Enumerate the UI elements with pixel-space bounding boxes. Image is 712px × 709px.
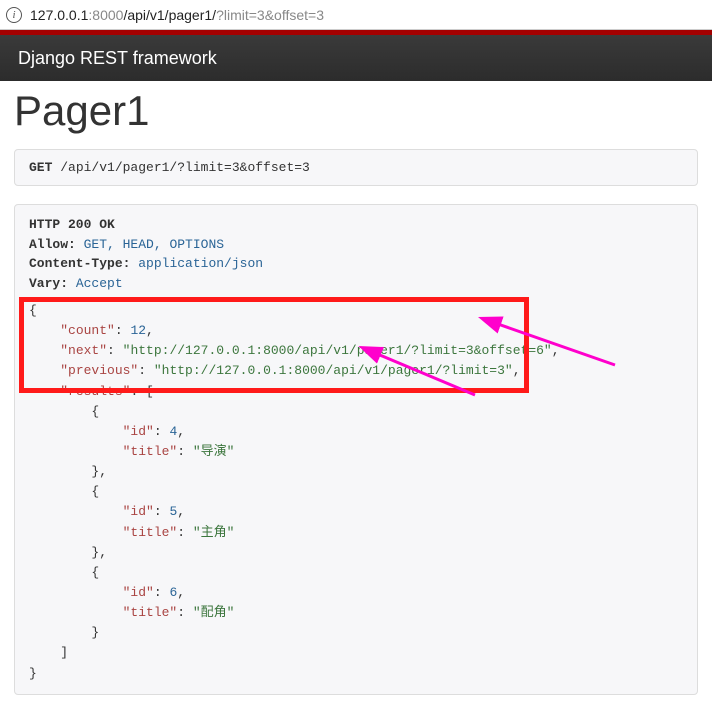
request-box: GET /api/v1/pager1/?limit=3&offset=3 bbox=[14, 149, 698, 186]
main-content: Pager1 GET /api/v1/pager1/?limit=3&offse… bbox=[0, 87, 712, 709]
content-type-label: Content-Type: bbox=[29, 256, 130, 271]
vary-value: Accept bbox=[76, 276, 123, 291]
vary-label: Vary: bbox=[29, 276, 68, 291]
navbar: Django REST framework bbox=[0, 35, 712, 81]
page-title: Pager1 bbox=[14, 87, 698, 135]
previous-url: "http://127.0.0.1:8000/api/v1/pager1/?li… bbox=[154, 363, 513, 378]
info-icon: i bbox=[6, 7, 22, 23]
request-method: GET bbox=[29, 160, 52, 175]
navbar-brand[interactable]: Django REST framework bbox=[18, 48, 217, 69]
url-host: 127.0.0.1 bbox=[30, 7, 88, 23]
allow-value: GET, HEAD, OPTIONS bbox=[84, 237, 224, 252]
url-path: /api/v1/pager1/ bbox=[123, 7, 216, 23]
response-status: HTTP 200 OK bbox=[29, 217, 115, 232]
response-json: { "count": 12, "next": "http://127.0.0.1… bbox=[29, 293, 683, 684]
next-url: "http://127.0.0.1:8000/api/v1/pager1/?li… bbox=[123, 343, 552, 358]
allow-label: Allow: bbox=[29, 237, 76, 252]
response-box: HTTP 200 OK Allow: GET, HEAD, OPTIONS Co… bbox=[14, 204, 698, 695]
url-query: ?limit=3&offset=3 bbox=[216, 7, 324, 23]
request-path: /api/v1/pager1/?limit=3&offset=3 bbox=[60, 160, 310, 175]
browser-address-bar[interactable]: i 127.0.0.1:8000/api/v1/pager1/?limit=3&… bbox=[0, 0, 712, 30]
content-type-value: application/json bbox=[138, 256, 263, 271]
url-port: :8000 bbox=[88, 7, 123, 23]
